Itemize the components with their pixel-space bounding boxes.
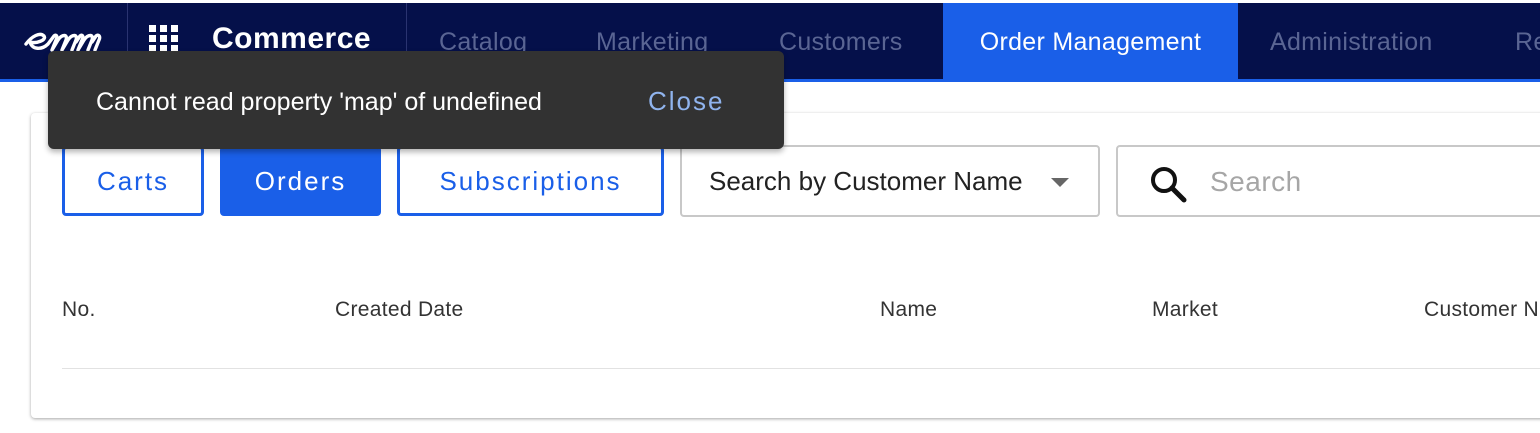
search-field-select[interactable]: Search by Customer Name [680, 145, 1100, 217]
column-header-created-date[interactable]: Created Date [335, 298, 464, 322]
caret-down-icon [1051, 178, 1069, 187]
select-value: Search by Customer Name [709, 166, 1023, 196]
carts-button[interactable]: Carts [62, 146, 204, 216]
column-header-market[interactable]: Market [1152, 298, 1218, 322]
column-header-customer-name[interactable]: Customer N [1424, 298, 1539, 322]
nav-tab-order-management[interactable]: Order Management [943, 3, 1238, 79]
orders-button[interactable]: Orders [220, 146, 381, 216]
snackbar-close-button[interactable]: Close [648, 86, 724, 117]
column-header-name[interactable]: Name [880, 298, 937, 322]
search-icon [1151, 167, 1187, 203]
nav-tab-customers[interactable]: Customers [779, 3, 903, 79]
snackbar-message: Cannot read property 'map' of undefined [96, 88, 542, 116]
subscriptions-button[interactable]: Subscriptions [397, 146, 664, 216]
table-header-divider [62, 368, 1540, 369]
search-box[interactable] [1116, 145, 1540, 217]
nav-tab-reports[interactable]: Re [1515, 3, 1540, 79]
error-snackbar: Cannot read property 'map' of undefined … [48, 51, 784, 149]
search-input[interactable] [1208, 157, 1540, 207]
nav-tab-administration[interactable]: Administration [1270, 3, 1433, 79]
column-header-number[interactable]: No. [62, 298, 96, 322]
apps-grid-icon[interactable] [149, 25, 183, 53]
